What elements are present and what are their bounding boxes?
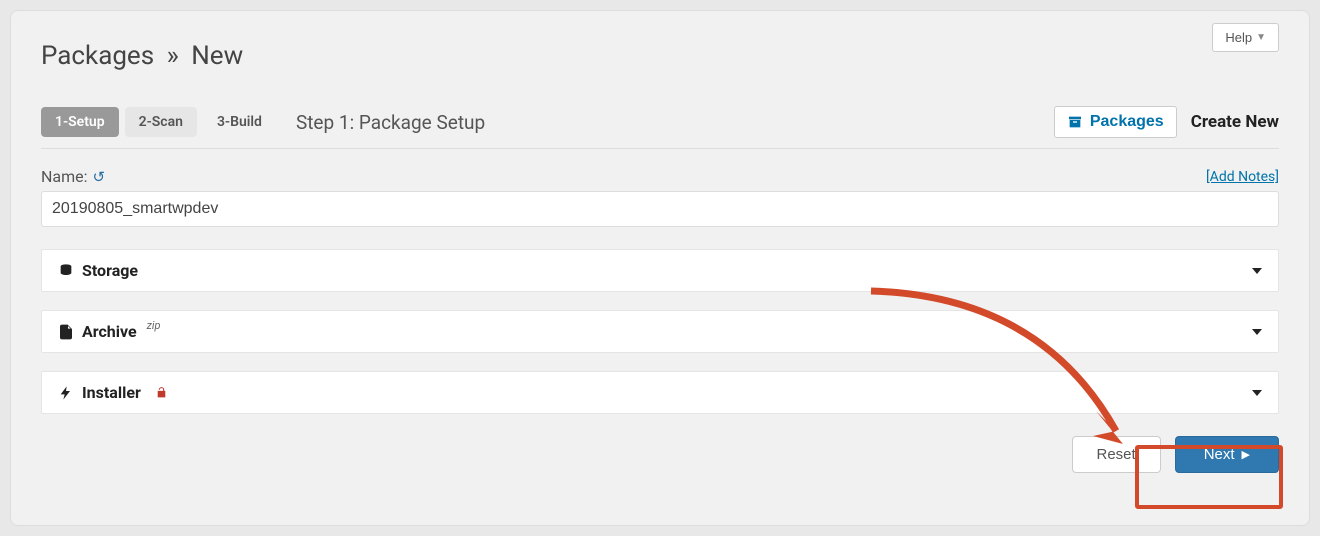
section-installer[interactable]: Installer [41, 371, 1279, 414]
add-notes-link[interactable]: [Add Notes] [1206, 169, 1279, 185]
chevron-down-icon [1252, 329, 1262, 335]
steps-and-label: 1-Setup 2-Scan 3-Build Step 1: Package S… [41, 107, 485, 137]
next-label: Next [1204, 446, 1235, 463]
chevron-down-icon [1252, 390, 1262, 396]
step-tab-setup[interactable]: 1-Setup [41, 107, 119, 137]
file-archive-icon [58, 324, 74, 340]
breadcrumb-separator: » [167, 41, 179, 71]
archive-box-icon [1067, 114, 1083, 130]
reset-button[interactable]: Reset [1072, 436, 1161, 473]
section-archive[interactable]: Archive zip [41, 310, 1279, 353]
section-storage-left: Storage [58, 261, 138, 280]
name-label-group: Name: ↺ [41, 167, 105, 186]
header-row: 1-Setup 2-Scan 3-Build Step 1: Package S… [41, 106, 1279, 149]
section-storage[interactable]: Storage [41, 249, 1279, 292]
refresh-icon[interactable]: ↺ [93, 168, 106, 186]
create-new-label: Create New [1191, 112, 1279, 132]
packages-label: Packages [1090, 113, 1164, 131]
database-icon [58, 263, 74, 279]
page-title: Packages » New [41, 41, 1279, 71]
chevron-down-icon: ▼ [1256, 32, 1266, 43]
steps: 1-Setup 2-Scan 3-Build [41, 107, 276, 137]
next-button[interactable]: Next ▶ [1175, 436, 1279, 473]
help-label: Help [1225, 30, 1252, 45]
page-wrapper: Help ▼ Packages » New 1-Setup 2-Scan 3-B… [10, 10, 1310, 526]
packages-button[interactable]: Packages [1054, 106, 1177, 138]
title-prefix: Packages [41, 41, 154, 71]
storage-label: Storage [82, 261, 138, 280]
section-installer-left: Installer [58, 383, 168, 402]
title-suffix: New [191, 41, 243, 71]
footer-buttons: Reset Next ▶ [41, 436, 1279, 473]
help-button[interactable]: Help ▼ [1212, 23, 1279, 52]
installer-label: Installer [82, 383, 141, 402]
step-tab-build[interactable]: 3-Build [203, 107, 276, 137]
archive-sup: zip [147, 319, 161, 332]
bolt-icon [58, 385, 74, 401]
lock-open-icon [155, 386, 168, 399]
package-name-input[interactable] [41, 191, 1279, 227]
section-archive-left: Archive zip [58, 322, 161, 341]
name-row: Name: ↺ [Add Notes] [41, 167, 1279, 186]
step-caption: Step 1: Package Setup [296, 111, 485, 134]
play-icon: ▶ [1242, 448, 1250, 461]
chevron-down-icon [1252, 268, 1262, 274]
archive-label: Archive [82, 322, 137, 341]
step-tab-scan[interactable]: 2-Scan [125, 107, 197, 137]
header-right: Packages Create New [1054, 106, 1279, 138]
name-label: Name: [41, 167, 88, 186]
